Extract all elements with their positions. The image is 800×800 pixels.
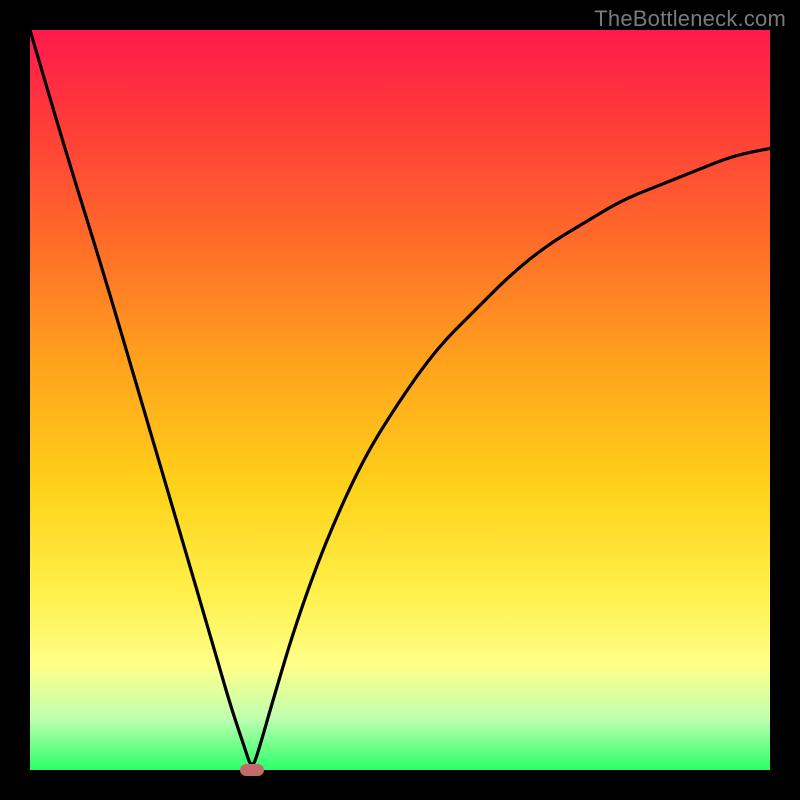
- chart-frame: TheBottleneck.com: [0, 0, 800, 800]
- watermark-text: TheBottleneck.com: [594, 6, 786, 32]
- curve-path: [30, 30, 770, 764]
- curve-svg: [30, 30, 770, 770]
- plot-area: [30, 30, 770, 770]
- min-marker: [240, 764, 264, 776]
